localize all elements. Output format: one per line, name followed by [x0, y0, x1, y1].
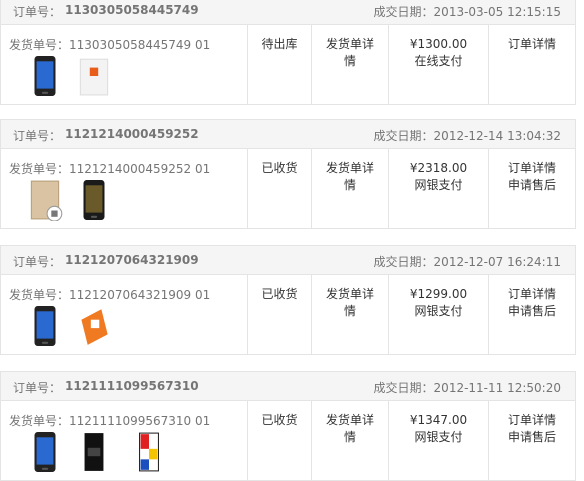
order-header: 订单号： 1121111099567310 成交日期：2012-11-11 12… — [1, 372, 575, 401]
shipment-detail-link[interactable]: 发货单详 情 — [311, 401, 388, 480]
order-date: 成交日期：2012-11-11 12:50:20 — [374, 379, 561, 396]
order-number: 1121207064321909 — [65, 253, 199, 267]
order-action-link[interactable]: 订单详情 — [489, 160, 575, 177]
product-orange-case-icon[interactable] — [76, 305, 112, 347]
order-number: 1121111099567310 — [65, 379, 199, 393]
shipment-number: 发货单号：1121111099567310 01 — [9, 412, 210, 429]
order-action-link[interactable]: 订单详情 — [489, 412, 575, 429]
shipment-number: 发货单号：1130305058445749 01 — [9, 36, 210, 53]
order-action-link[interactable]: 申请售后 — [489, 303, 575, 320]
order-amount-cell: ¥1347.00 网银支付 — [388, 401, 488, 480]
order-status: 已收货 — [261, 161, 298, 175]
order-number-label: 订单号： — [13, 381, 62, 395]
product-phone-icon[interactable] — [27, 305, 63, 347]
product-bag-icon[interactable] — [76, 55, 112, 97]
order-header: 订单号： 1121214000459252 成交日期：2012-12-14 13… — [1, 120, 575, 149]
shipment-detail-text: 情 — [343, 178, 356, 192]
order-date-label: 成交日期： — [373, 381, 434, 395]
order-header: 订单号： 1130305058445749 成交日期：2013-03-05 12… — [1, 0, 575, 25]
shipment-detail-text: 情 — [343, 54, 356, 68]
shipment-number-label: 发货单号： — [9, 414, 70, 428]
payment-method: 网银支付 — [414, 178, 463, 192]
payment-method: 网银支付 — [414, 304, 463, 318]
order-action-link[interactable]: 订单详情 — [489, 36, 575, 53]
product-phone-icon[interactable] — [27, 55, 63, 97]
order-amount-cell: ¥2318.00 网银支付 — [388, 149, 488, 228]
order-status-cell: 待出库 — [247, 25, 311, 104]
order-action-link[interactable]: 申请售后 — [489, 429, 575, 446]
order-status-cell: 已收货 — [247, 149, 311, 228]
order-date-value: 2013-03-05 12:15:15 — [433, 5, 561, 19]
shipment-number: 发货单号：1121214000459252 01 — [9, 160, 210, 177]
shipment-number-value: 1121214000459252 01 — [69, 162, 211, 176]
order-status: 已收货 — [261, 413, 298, 427]
payment-method: 网银支付 — [414, 430, 463, 444]
order-body: 发货单号：1121214000459252 01 已收货 发货单详 情 ¥231… — [1, 149, 575, 228]
order-actions-cell: 订单详情 申请售后 — [488, 149, 575, 228]
order-date-value: 2012-12-14 13:04:32 — [433, 129, 561, 143]
product-color-case-icon[interactable] — [131, 431, 167, 473]
order-date-label: 成交日期： — [373, 129, 434, 143]
order-body: 发货单号：1121207064321909 01 已收货 发货单详 情 ¥129… — [1, 275, 575, 354]
order-number-label: 订单号： — [13, 5, 62, 19]
order-card: 订单号： 1121111099567310 成交日期：2012-11-11 12… — [0, 371, 576, 481]
order-date-label: 成交日期： — [373, 255, 434, 269]
shipment-number: 发货单号：1121207064321909 01 — [9, 286, 210, 303]
order-header: 订单号： 1121207064321909 成交日期：2012-12-07 16… — [1, 246, 575, 275]
order-action-link[interactable]: 申请售后 — [489, 177, 575, 194]
order-date: 成交日期：2012-12-07 16:24:11 — [374, 253, 561, 270]
product-phone-dark-icon[interactable] — [76, 179, 112, 221]
shipment-number-value: 1121207064321909 01 — [69, 288, 211, 302]
order-card: 订单号： 1121214000459252 成交日期：2012-12-14 13… — [0, 119, 576, 229]
order-amount-cell: ¥1299.00 网银支付 — [388, 275, 488, 354]
order-number-label: 订单号： — [13, 129, 62, 143]
order-date-value: 2012-12-07 16:24:11 — [433, 255, 561, 269]
product-case-icon[interactable] — [27, 179, 63, 221]
shipment-number-label: 发货单号： — [9, 288, 70, 302]
payment-method: 在线支付 — [414, 54, 463, 68]
order-status-cell: 已收货 — [247, 275, 311, 354]
shipment-detail-text: 发货单详 — [325, 161, 374, 175]
order-actions-cell: 订单详情 — [488, 25, 575, 104]
shipment-number-label: 发货单号： — [9, 162, 70, 176]
order-amount-cell: ¥1300.00 在线支付 — [388, 25, 488, 104]
order-card: 订单号： 1121207064321909 成交日期：2012-12-07 16… — [0, 245, 576, 355]
shipment-number-label: 发货单号： — [9, 38, 70, 52]
shipment-detail-link[interactable]: 发货单详 情 — [311, 275, 388, 354]
shipment-detail-link[interactable]: 发货单详 情 — [311, 25, 388, 104]
order-number-label: 订单号： — [13, 255, 62, 269]
order-body: 发货单号：1121111099567310 01 已收货 发货单详 情 ¥134… — [1, 401, 575, 480]
product-sd-card-icon[interactable] — [76, 431, 112, 473]
order-status: 已收货 — [261, 287, 298, 301]
order-number: 1130305058445749 — [65, 3, 199, 17]
order-status: 待出库 — [261, 37, 298, 51]
shipment-detail-link[interactable]: 发货单详 情 — [311, 149, 388, 228]
order-date-label: 成交日期： — [373, 5, 434, 19]
shipment-detail-text: 情 — [343, 430, 356, 444]
order-card: 订单号： 1130305058445749 成交日期：2013-03-05 12… — [0, 0, 576, 105]
shipment-detail-text: 发货单详 — [325, 37, 374, 51]
order-amount: ¥2318.00 — [409, 161, 468, 175]
order-number: 1121214000459252 — [65, 127, 199, 141]
product-phone-icon[interactable] — [27, 431, 63, 473]
order-body: 发货单号：1130305058445749 01 待出库 发货单详 情 ¥130… — [1, 25, 575, 104]
order-date: 成交日期：2012-12-14 13:04:32 — [374, 127, 561, 144]
order-date-value: 2012-11-11 12:50:20 — [433, 381, 561, 395]
order-amount: ¥1347.00 — [409, 413, 468, 427]
shipment-number-value: 1121111099567310 01 — [69, 414, 211, 428]
order-actions-cell: 订单详情 申请售后 — [488, 401, 575, 480]
shipment-number-value: 1130305058445749 01 — [69, 38, 211, 52]
order-status-cell: 已收货 — [247, 401, 311, 480]
shipment-detail-text: 发货单详 — [325, 287, 374, 301]
order-actions-cell: 订单详情 申请售后 — [488, 275, 575, 354]
shipment-detail-text: 情 — [343, 304, 356, 318]
order-date: 成交日期：2013-03-05 12:15:15 — [374, 3, 561, 20]
shipment-detail-text: 发货单详 — [325, 413, 374, 427]
order-amount: ¥1299.00 — [409, 287, 468, 301]
order-action-link[interactable]: 订单详情 — [489, 286, 575, 303]
order-amount: ¥1300.00 — [409, 37, 468, 51]
